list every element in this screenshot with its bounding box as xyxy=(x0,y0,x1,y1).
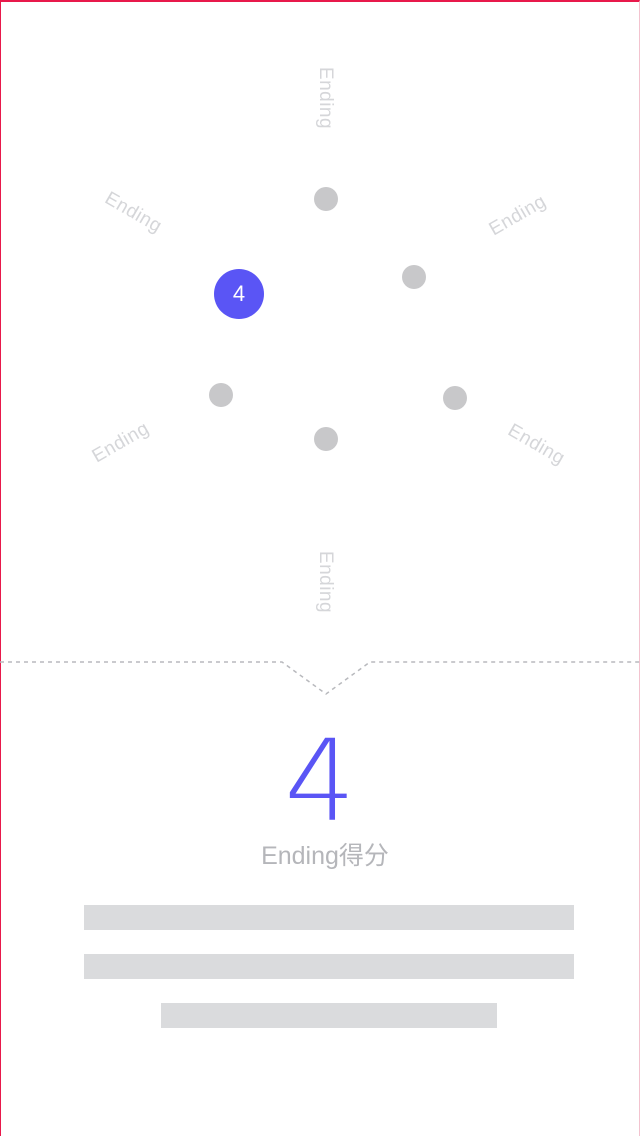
text-placeholder-line-1 xyxy=(84,905,574,930)
score-label: Ending得分 xyxy=(261,842,389,870)
rating-dot-bottom[interactable] xyxy=(314,427,338,451)
axis-label-top: Ending xyxy=(315,66,336,130)
rating-dot-top-right[interactable] xyxy=(402,265,426,289)
score-value: 4 xyxy=(284,717,356,847)
axis-label-bottom-left: Ending xyxy=(88,417,153,468)
text-placeholder-line-3 xyxy=(161,1003,497,1028)
dashed-divider xyxy=(0,661,640,695)
axis-label-bottom-right: Ending xyxy=(504,419,569,470)
axis-label-top-left: Ending xyxy=(101,187,166,238)
rating-dot-top[interactable] xyxy=(314,187,338,211)
rating-dot-bottom-right[interactable] xyxy=(443,386,467,410)
rating-dot-bottom-left[interactable] xyxy=(209,383,233,407)
text-placeholder-line-2 xyxy=(84,954,574,979)
axis-label-bottom: Ending xyxy=(315,550,336,614)
axis-label-top-right: Ending xyxy=(485,190,550,241)
rating-dot-selected[interactable]: 4 xyxy=(214,269,264,319)
